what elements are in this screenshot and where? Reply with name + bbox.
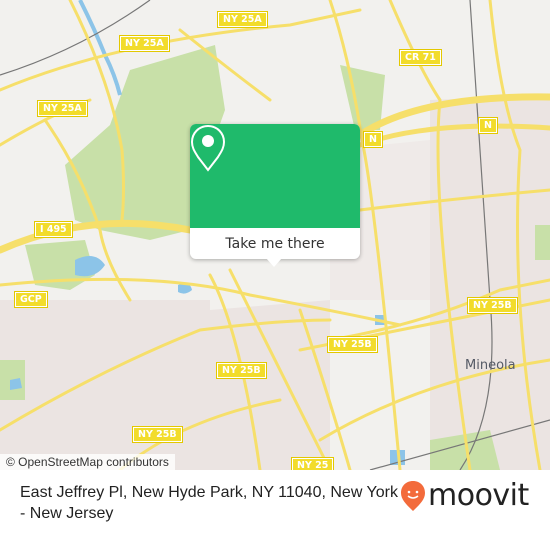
popup: Take me there	[190, 124, 360, 267]
moovit-wordmark: moovit	[428, 478, 529, 513]
address-text: East Jeffrey Pl, New Hyde Park, NY 11040…	[20, 484, 398, 522]
road-shield: CR 71	[399, 49, 442, 66]
take-me-there-button[interactable]: Take me there	[190, 228, 360, 259]
lake	[75, 256, 105, 277]
road-shield: NY 25B	[327, 336, 378, 353]
lake	[10, 378, 22, 390]
road-shield: I 495	[34, 221, 73, 238]
place-label-mineola: Mineola	[465, 358, 516, 373]
park-area	[535, 225, 550, 260]
moovit-logo[interactable]: moovit	[400, 478, 529, 513]
attribution[interactable]: © OpenStreetMap contributors	[0, 454, 175, 470]
road-shield: NY 25A	[217, 11, 268, 28]
road-shield: NY 25B	[216, 362, 267, 379]
footer: East Jeffrey Pl, New Hyde Park, NY 11040…	[0, 470, 550, 550]
popup-header	[190, 124, 360, 228]
popup-pointer	[266, 258, 282, 267]
road-shield: NY 25B	[467, 297, 518, 314]
road-shield: NY 25B	[132, 426, 183, 443]
map-pin-icon	[190, 124, 226, 172]
road-shield: GCP	[14, 291, 48, 308]
park-area	[340, 65, 385, 130]
road-shield: NY 25	[290, 457, 335, 470]
moovit-pin-icon	[401, 480, 425, 511]
road-shield: NY 25A	[37, 100, 88, 117]
road-shield: NY 25A	[119, 35, 170, 52]
road-shield: N	[363, 131, 383, 148]
urban-area	[0, 300, 210, 470]
map[interactable]: NY 25A NY 25A NY 25A CR 71 N N I 495 GCP…	[0, 0, 550, 470]
river	[78, 0, 122, 96]
road-shield: N	[478, 117, 498, 134]
